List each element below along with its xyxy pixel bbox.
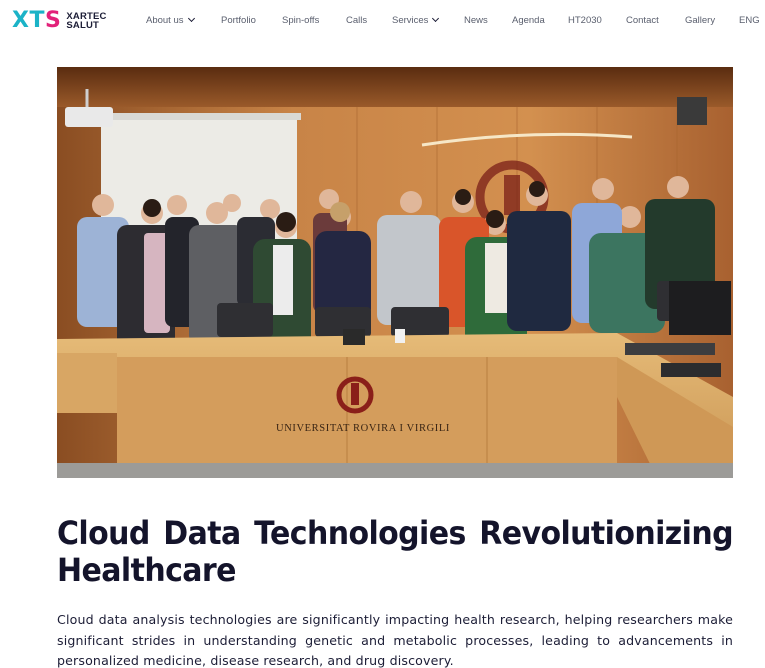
title-word: Cloud xyxy=(57,514,150,553)
hero-photo: UNIVERSITAT ROVIRA I VIRGILI xyxy=(57,67,733,478)
nav-item-ht2030[interactable]: HT2030 xyxy=(568,15,602,26)
nav-item-about-us[interactable]: About us xyxy=(146,14,195,26)
nav-item-contact[interactable]: Contact xyxy=(626,15,659,26)
nav-item-agenda[interactable]: Agenda xyxy=(512,15,545,26)
nav-item-label: Services xyxy=(392,15,429,26)
chevron-down-icon xyxy=(432,14,440,23)
article-intro: Cloud data analysis technologies are sig… xyxy=(57,612,733,668)
title-word: Data xyxy=(163,514,241,553)
logo-mark: XTS xyxy=(12,8,62,33)
group-photo-illustration: UNIVERSITAT ROVIRA I VIRGILI xyxy=(57,67,733,478)
nav-item-portfolio[interactable]: Portfolio xyxy=(221,15,256,26)
chevron-down-icon xyxy=(187,14,195,23)
nav-item-label: Contact xyxy=(626,15,659,26)
nav-item-label: Gallery xyxy=(685,15,716,26)
nav-item-label: HT2030 xyxy=(568,15,602,26)
nav-item-services[interactable]: Services xyxy=(392,14,440,26)
desk-sign-text: UNIVERSITAT ROVIRA I VIRGILI xyxy=(276,423,450,434)
logo-wordmark-line2: SALUT xyxy=(66,20,100,31)
nav-item-spin-offs[interactable]: Spin-offs xyxy=(282,15,319,26)
title-word: Technologies xyxy=(254,514,466,553)
nav-item-label: Calls xyxy=(346,15,368,26)
logo-wordmark: XARTEC SALUT xyxy=(66,11,106,31)
nav-item-label: News xyxy=(464,15,488,26)
nav-item-gallery[interactable]: Gallery xyxy=(685,15,715,26)
title-word: Revolutionizing xyxy=(479,514,733,553)
nav-item-label: About us xyxy=(146,15,184,26)
nav-item-news[interactable]: News xyxy=(464,15,488,26)
site-logo[interactable]: XTS XARTEC SALUT xyxy=(12,9,107,33)
nav-item-calls[interactable]: Calls xyxy=(346,15,367,26)
site-header: XTS XARTEC SALUT About us Portfolio Spin… xyxy=(0,0,765,44)
nav-item-label: Agenda xyxy=(512,15,545,26)
article-title: Cloud Data Technologies Revolutionizing … xyxy=(57,514,734,590)
nav-item-label: Spin-offs xyxy=(282,15,320,26)
nav-item-label: Portfolio xyxy=(221,15,256,26)
nav-item-label: ENG xyxy=(739,15,760,26)
article-title-line2: Healthcare xyxy=(57,551,236,590)
nav-item-language[interactable]: ENG xyxy=(739,15,760,26)
article-title-line1: Cloud Data Technologies Revolutionizing xyxy=(57,514,734,553)
